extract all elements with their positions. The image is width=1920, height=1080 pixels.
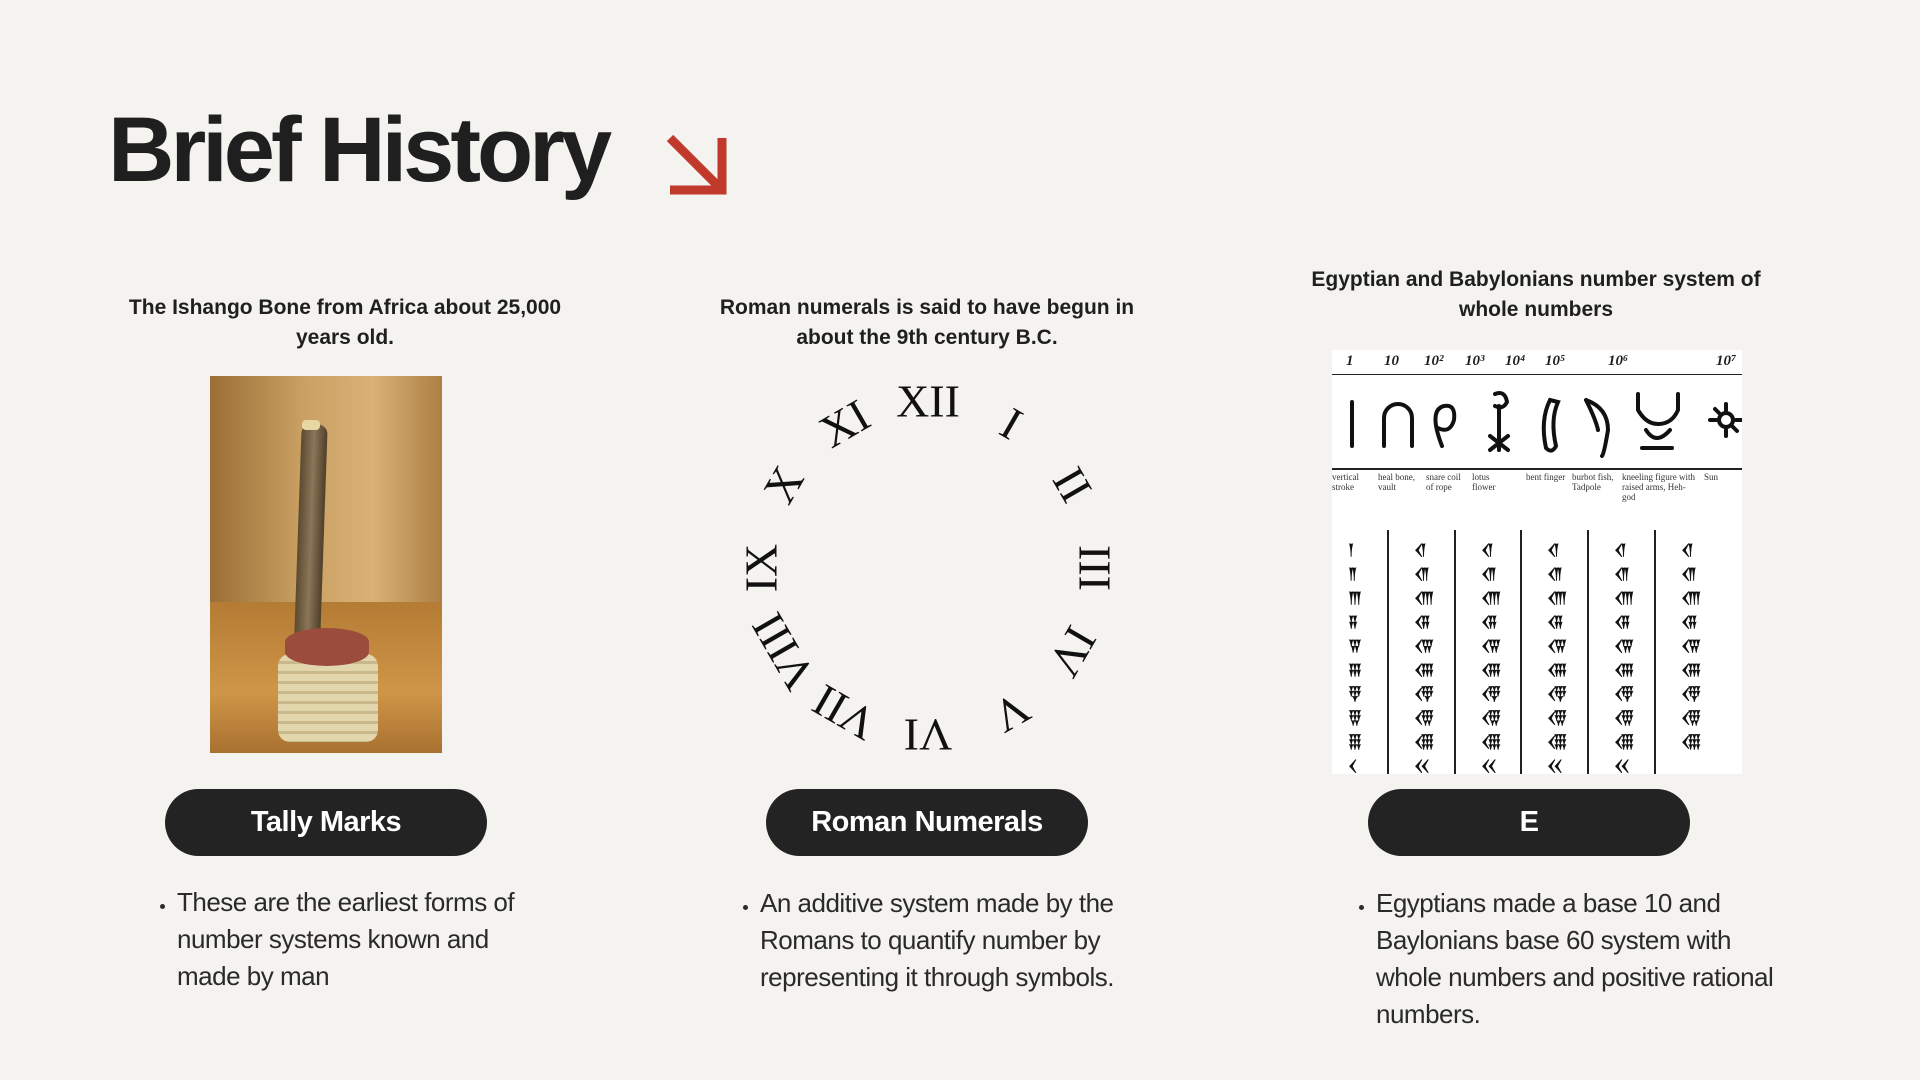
roman-numerals-button[interactable]: Roman Numerals bbox=[766, 789, 1088, 856]
egyptian-description: Egyptians made a base 10 and Baylonians … bbox=[1354, 885, 1774, 1033]
hieroglyph-name: heal bone, vault bbox=[1378, 472, 1415, 492]
power-label: 1 bbox=[1346, 353, 1354, 369]
power-label: 10⁴ bbox=[1505, 353, 1526, 369]
roman-numeral-iii: III bbox=[1069, 545, 1120, 591]
page-title: Brief History bbox=[108, 99, 612, 201]
roman-numeral-viii: VIII bbox=[742, 604, 826, 698]
hieroglyph-name: kneeling figure with raised arms, Heh-go… bbox=[1622, 472, 1695, 502]
roman-caption: Roman numerals is said to have begun in … bbox=[719, 296, 1135, 349]
hieroglyph-name: Sun bbox=[1704, 472, 1719, 482]
hieroglyph-name: lotus flower bbox=[1472, 472, 1496, 492]
list-item: These are the earliest forms of number s… bbox=[177, 884, 555, 995]
list-item: An additive system made by the Romans to… bbox=[760, 885, 1148, 996]
egyptian-button[interactable]: E bbox=[1368, 789, 1690, 856]
power-label: 10² bbox=[1424, 353, 1444, 369]
tally-marks-button[interactable]: Tally Marks bbox=[165, 789, 487, 856]
roman-numeral-i: I bbox=[992, 398, 1031, 450]
roman-numeral-vi: VI bbox=[904, 709, 953, 758]
cuneiform-glyph: 𒌋𒌋 bbox=[1614, 757, 1630, 775]
roman-numeral-clock: XII IIIIIIIVVVIVIIVIIIIXXXI bbox=[736, 378, 1121, 758]
hieroglyph-name: burbot fish, Tadpole bbox=[1572, 472, 1614, 492]
divider bbox=[1587, 530, 1589, 774]
roman-numeral-ix: IX bbox=[736, 544, 787, 593]
power-label: 10⁷ bbox=[1716, 353, 1737, 369]
roman-numeral-ii: II bbox=[1043, 459, 1102, 511]
list-item: Egyptians made a base 10 and Baylonians … bbox=[1376, 885, 1774, 1033]
power-label: 10 bbox=[1384, 353, 1399, 369]
roman-numeral-x: X bbox=[753, 457, 814, 511]
egyptian-babylonian-numerals-chart: 1 10 10² 10³ 10⁴ 10⁵ 10⁶ 10⁷ vertical stroke hea… bbox=[1332, 350, 1742, 775]
roman-numeral-xi: XI bbox=[811, 389, 879, 457]
roman-numerals-description: An additive system made by the Romans to… bbox=[738, 885, 1148, 996]
roman-numeral-xii: XII bbox=[896, 378, 960, 427]
cuneiform-glyph: 𒌋𒌋 bbox=[1414, 757, 1430, 775]
hieroglyph-name: bent finger bbox=[1526, 472, 1566, 482]
power-label: 10³ bbox=[1465, 353, 1485, 369]
cuneiform-table: 𒁹 𒈫 𒐈 𒐉 𒐊 𒐋 𒑂 𒑄 𒑆 𒌋 𒌋𒁹 𒌋𒈫 𒌋𒐈 𒌋𒐉 𒌋𒐊 𒌋𒐋 𒌋𒑂 𒌋𒑄 𒌋𒑆 𒌋𒌋 𒌋𒁹 𒌋𒈫 𒌋𒐈 𒌋𒐉 𒌋𒐊… bbox=[1332, 530, 1742, 775]
divider bbox=[1387, 530, 1389, 774]
ishango-caption: The Ishango Bone from Africa about 25,00… bbox=[128, 296, 562, 349]
arrow-down-right-icon bbox=[666, 134, 727, 195]
hieroglyph-name: snare coil of rope bbox=[1426, 472, 1461, 492]
cuneiform-glyph: 𒌋𒑆 bbox=[1681, 733, 1702, 751]
divider bbox=[1654, 530, 1656, 774]
cuneiform-glyph: 𒌋𒌋 bbox=[1481, 757, 1497, 775]
power-label: 10⁵ bbox=[1545, 353, 1566, 369]
divider bbox=[1454, 530, 1456, 774]
tally-marks-description: These are the earliest forms of number s… bbox=[155, 884, 555, 995]
ishango-bone-photo bbox=[210, 376, 442, 753]
divider bbox=[1520, 530, 1522, 774]
cuneiform-glyph: 𒌋 bbox=[1348, 757, 1358, 775]
egypt-caption: Egyptian and Babylonians number system o… bbox=[1311, 268, 1761, 321]
cuneiform-glyph: 𒌋𒌋 bbox=[1547, 757, 1563, 775]
roman-numeral-v: V bbox=[984, 682, 1038, 743]
roman-numeral-iv: IV bbox=[1038, 618, 1106, 686]
roman-numeral-vii: VII bbox=[804, 675, 885, 751]
hieroglyph-row bbox=[1350, 391, 1742, 458]
hieroglyph-name: vertical stroke bbox=[1332, 472, 1359, 492]
power-label: 10⁶ bbox=[1608, 353, 1629, 369]
